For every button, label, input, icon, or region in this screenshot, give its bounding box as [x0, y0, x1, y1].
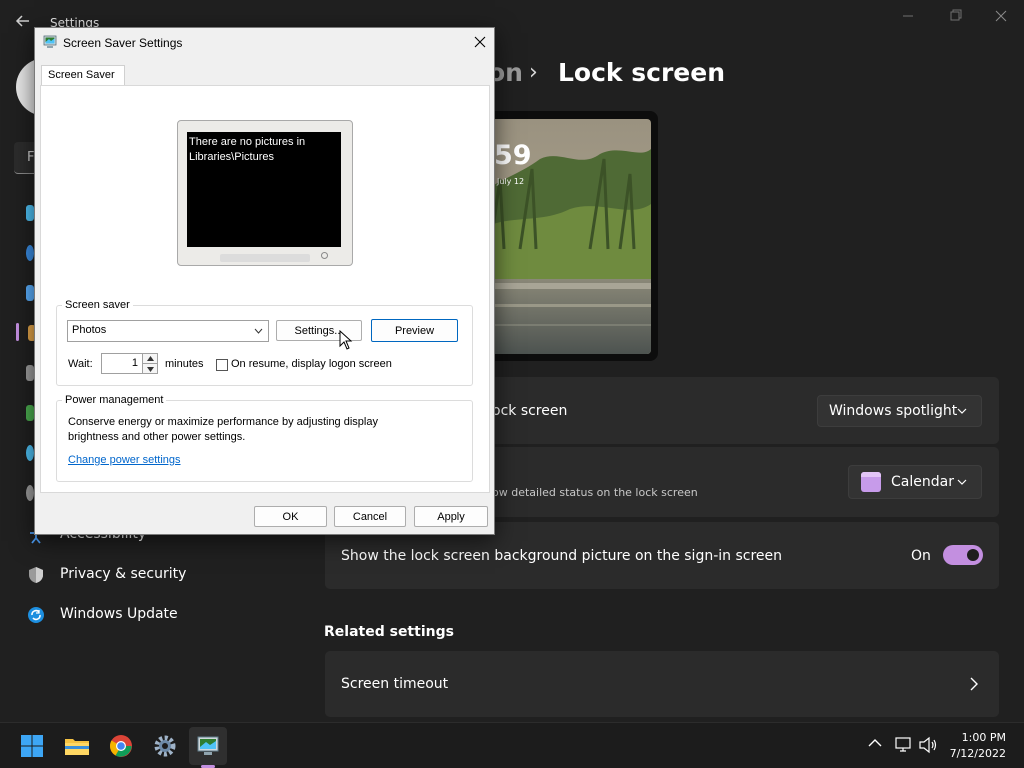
chevron-down-icon — [254, 328, 263, 334]
time-language-icon[interactable] — [26, 445, 34, 461]
signin-background-toggle[interactable] — [943, 545, 983, 565]
close-window-icon[interactable] — [986, 6, 1016, 26]
chevron-down-icon — [957, 408, 967, 414]
preview-clock: 59 — [494, 140, 532, 171]
monitor-power-led — [321, 252, 328, 259]
screen-saver-group-title: Screen saver — [62, 299, 133, 311]
file-explorer-button[interactable] — [58, 727, 96, 765]
apps-icon[interactable] — [26, 365, 34, 381]
nav-selection-indicator — [16, 323, 19, 341]
settings-app-button[interactable] — [146, 727, 184, 765]
wait-minutes-stepper[interactable] — [142, 353, 158, 374]
network-icon[interactable] — [26, 285, 34, 301]
screen-saver-select[interactable]: Photos — [67, 320, 269, 342]
ok-button[interactable]: OK — [254, 506, 327, 527]
change-power-settings-link[interactable]: Change power settings — [68, 454, 181, 466]
calendar-icon — [861, 472, 881, 492]
personalize-lock-screen-dropdown[interactable]: Windows spotlight — [817, 395, 982, 427]
lock-screen-status-description: ow detailed status on the lock screen — [492, 486, 698, 499]
screen-saver-app-icon — [43, 35, 57, 48]
preview-button[interactable]: Preview — [371, 319, 458, 342]
windows-update-icon — [28, 607, 44, 623]
screen-saver-dialog: Screen Saver Settings Screen Saver There… — [34, 27, 495, 535]
sidebar-item-privacy-security[interactable]: Privacy & security — [24, 559, 294, 589]
related-settings-heading: Related settings — [324, 624, 454, 640]
sidebar-item-label: Privacy & security — [60, 566, 187, 582]
cancel-button[interactable]: Cancel — [334, 506, 406, 527]
folder-icon — [65, 739, 89, 755]
toggle-knob — [967, 549, 979, 561]
monitor-preview-screen: There are no pictures in Libraries\Pictu… — [187, 132, 341, 247]
resume-logon-label[interactable]: On resume, display logon screen — [231, 358, 392, 370]
back-arrow-icon[interactable] — [14, 12, 32, 30]
screen-saver-icon — [197, 736, 219, 755]
personalize-lock-screen-label: ock screen — [492, 403, 568, 419]
network-icon[interactable] — [893, 736, 913, 754]
mouse-cursor-icon — [339, 330, 353, 350]
power-management-title: Power management — [62, 394, 167, 406]
resume-logon-checkbox[interactable] — [216, 359, 228, 371]
bluetooth-icon[interactable] — [26, 245, 34, 261]
apply-button[interactable]: Apply — [414, 506, 488, 527]
windows-start-icon — [21, 735, 43, 757]
dropdown-value: Windows spotlight — [829, 403, 958, 419]
wait-label: Wait: — [68, 358, 93, 370]
minutes-label: minutes — [165, 358, 204, 370]
stepper-down-icon[interactable] — [143, 364, 157, 374]
chevron-right-icon — [970, 677, 978, 691]
chrome-button[interactable] — [102, 727, 140, 765]
minimize-icon[interactable] — [893, 6, 923, 26]
chevron-down-icon — [957, 479, 967, 485]
toggle-state-label: On — [911, 548, 931, 564]
signin-background-label: Show the lock screen background picture … — [341, 548, 783, 564]
preview-date: July 12 — [497, 177, 525, 186]
close-icon[interactable] — [471, 33, 489, 51]
shield-icon — [29, 567, 43, 583]
start-button[interactable] — [13, 727, 51, 765]
power-management-description: Conserve energy or maximize performance … — [68, 416, 378, 443]
clock-date[interactable]: 7/12/2022 — [944, 747, 1006, 760]
stepper-up-icon[interactable] — [143, 354, 157, 364]
dropdown-value: Calendar — [891, 474, 954, 490]
system-icon[interactable] — [26, 205, 34, 221]
tab-screen-saver[interactable]: Screen Saver — [41, 65, 125, 86]
sidebar-item-label: Windows Update — [60, 606, 178, 622]
screen-saver-select-value: Photos — [72, 324, 107, 336]
wait-minutes-input[interactable]: 1 — [101, 353, 143, 374]
page-title: Lock screen — [558, 58, 725, 87]
screen-timeout-label: Screen timeout — [341, 676, 449, 692]
volume-icon[interactable] — [918, 736, 938, 754]
monitor-preview: There are no pictures in Libraries\Pictu… — [177, 120, 353, 266]
chevron-up-icon[interactable] — [868, 738, 882, 748]
gear-icon — [154, 735, 176, 757]
sidebar-item-windows-update[interactable]: Windows Update — [24, 599, 294, 629]
breadcrumb-chevron-icon: › — [529, 60, 538, 85]
dialog-title: Screen Saver Settings — [63, 36, 183, 50]
screen-saver-taskbar-button[interactable] — [189, 727, 227, 765]
accounts-icon[interactable] — [26, 405, 34, 421]
restore-icon[interactable] — [940, 6, 970, 26]
taskbar: 1:00 PM 7/12/2022 — [0, 722, 1024, 768]
chrome-icon — [110, 735, 132, 757]
monitor-stand — [220, 254, 310, 262]
gaming-icon[interactable] — [26, 485, 34, 501]
lock-screen-status-dropdown[interactable]: Calendar — [848, 465, 982, 499]
clock-time[interactable]: 1:00 PM — [951, 731, 1006, 744]
